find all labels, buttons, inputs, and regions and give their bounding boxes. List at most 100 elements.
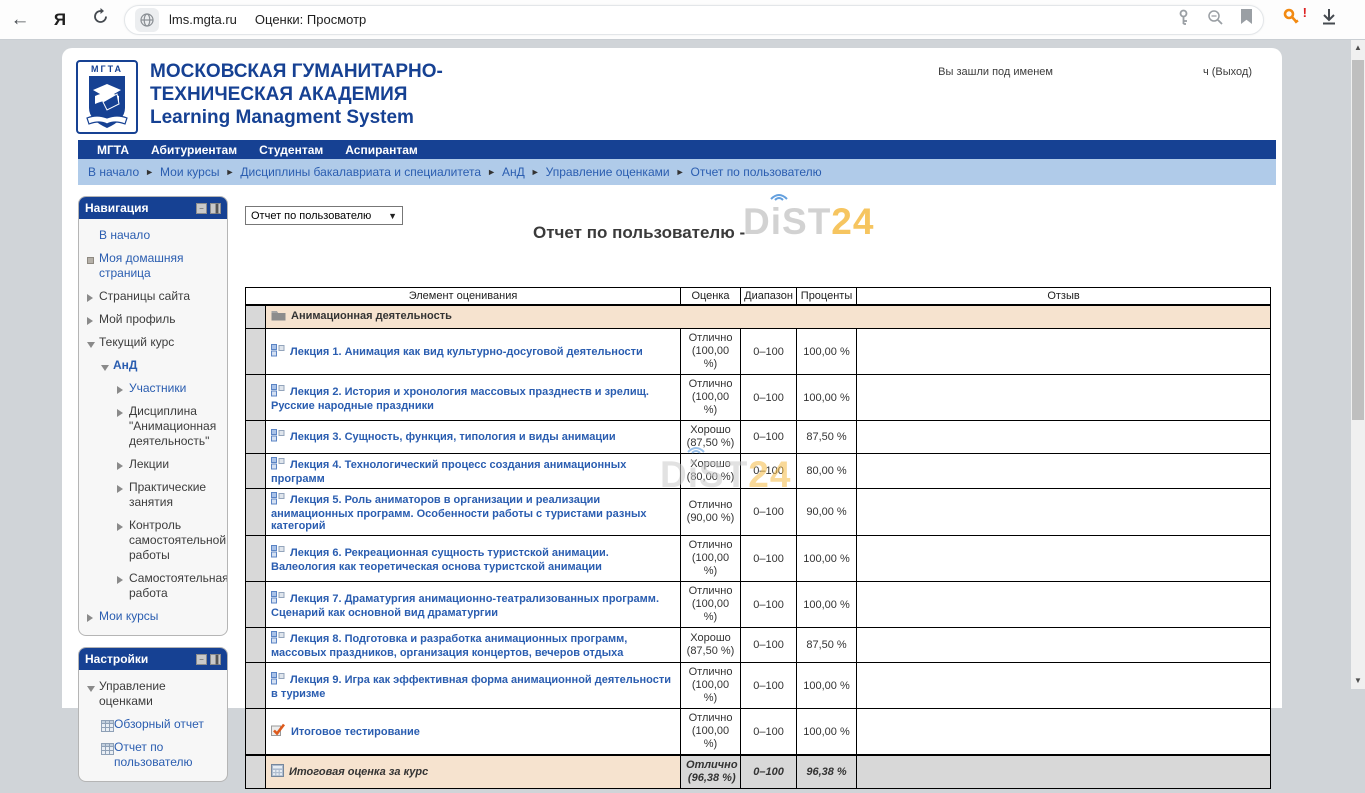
item-name-cell: Лекция 2. История и хронология массовых …	[266, 375, 681, 421]
sidebar-item-label[interactable]: Обзорный отчет	[114, 717, 204, 732]
sidebar-item-label[interactable]: АнД	[113, 358, 137, 373]
tree-collapsed-icon[interactable]	[117, 521, 129, 531]
passwords-key-icon[interactable]	[1176, 9, 1191, 31]
sidebar-item[interactable]: Самостоятельная работа	[85, 567, 223, 605]
item-link[interactable]: Лекция 5. Роль аниматоров в организации …	[271, 494, 647, 532]
nav-item[interactable]: Студентам	[248, 143, 334, 157]
item-name-cell: Лекция 1. Анимация как вид культурно-дос…	[266, 329, 681, 375]
tree-collapsed-icon[interactable]	[87, 315, 99, 325]
tree-expanded-icon[interactable]	[101, 361, 113, 371]
sidebar-item[interactable]: Мой профиль	[85, 308, 223, 331]
scroll-up-icon[interactable]: ▲	[1351, 40, 1365, 56]
sidebar-item[interactable]: Управление оценками	[85, 675, 223, 713]
tree-collapsed-icon[interactable]	[117, 384, 129, 394]
scroll-down-icon[interactable]: ▼	[1351, 673, 1365, 689]
item-link[interactable]: Итоговое тестирование	[291, 726, 420, 738]
sidebar-item[interactable]: Обзорный отчет	[85, 713, 223, 736]
navigation-block-title: Навигация	[85, 201, 193, 215]
tree-expanded-icon[interactable]	[87, 338, 99, 348]
sidebar-item[interactable]: Текущий курс	[85, 331, 223, 354]
sidebar-item[interactable]: Участники	[85, 377, 223, 400]
block-dock-icon[interactable]: ▐	[210, 203, 221, 214]
report-type-select[interactable]: Отчет по пользователю ▼	[245, 206, 403, 225]
password-alert-icon[interactable]: !	[1282, 8, 1300, 32]
sidebar-item[interactable]: Отчет по пользователю	[85, 736, 223, 774]
bookmark-icon[interactable]	[1240, 9, 1253, 30]
item-link[interactable]: Лекция 1. Анимация как вид культурно-дос…	[290, 346, 643, 358]
indent-cell	[246, 536, 266, 582]
wifi-arcs-icon	[767, 187, 791, 201]
tree-collapsed-icon[interactable]	[117, 574, 129, 584]
address-bar[interactable]: lms.mgta.ru Оценки: Просмотр	[124, 5, 1264, 35]
breadcrumb-link[interactable]: Управление оценками	[546, 165, 670, 179]
tree-collapsed-icon[interactable]	[117, 460, 129, 470]
item-link[interactable]: Лекция 6. Рекреационная сущность туристс…	[271, 547, 609, 573]
block-collapse-icon[interactable]: −	[196, 203, 207, 214]
tree-collapsed-icon[interactable]	[87, 292, 99, 302]
sidebar-item-label[interactable]: Мои курсы	[99, 609, 158, 624]
back-button-icon[interactable]: ←	[0, 9, 40, 31]
indent-cell	[246, 421, 266, 454]
item-link[interactable]: Лекция 8. Подготовка и разработка анимац…	[271, 633, 627, 659]
item-link[interactable]: Лекция 4. Технологический процесс создан…	[271, 459, 626, 485]
breadcrumb-link[interactable]: АнД	[502, 165, 525, 179]
report-select-value: Отчет по пользователю	[251, 210, 371, 222]
sidebar-item[interactable]: Страницы сайта	[85, 285, 223, 308]
sidebar-item-label[interactable]: Моя домашняя страница	[99, 251, 221, 281]
sidebar-item[interactable]: Практические занятия	[85, 476, 223, 514]
page-scrollbar[interactable]: ▲ ▼	[1351, 40, 1365, 689]
scrollbar-thumb[interactable]	[1352, 60, 1364, 420]
lesson-icon	[271, 545, 285, 561]
sidebar-item-label[interactable]: Отчет по пользователю	[114, 740, 221, 770]
find-on-page-icon[interactable]	[1207, 9, 1224, 31]
item-link[interactable]: Лекция 3. Сущность, функция, типология и…	[290, 431, 616, 443]
range-cell: 0–100	[741, 329, 797, 375]
tree-expanded-icon[interactable]	[87, 682, 99, 692]
url-text[interactable]: lms.mgta.ru	[169, 12, 237, 27]
indent-cell	[246, 454, 266, 489]
indent-cell	[246, 582, 266, 628]
sidebar-item[interactable]: Контроль самостоятельной работы	[85, 514, 223, 567]
breadcrumb-link[interactable]: Мои курсы	[160, 165, 219, 179]
nav-item[interactable]: Аспирантам	[334, 143, 429, 157]
sidebar-item[interactable]: Моя домашняя страница	[85, 247, 223, 285]
breadcrumb-link[interactable]: В начало	[88, 165, 139, 179]
sidebar-item[interactable]: Мои курсы	[85, 605, 223, 628]
tree-collapsed-icon[interactable]	[117, 407, 129, 417]
item-name-cell: Лекция 5. Роль аниматоров в организации …	[266, 489, 681, 536]
sidebar-item[interactable]: АнД	[85, 354, 223, 377]
sidebar-item[interactable]: Дисциплина "Анимационная деятельность"	[85, 400, 223, 453]
percent-cell: 87,50 %	[797, 628, 857, 663]
tree-collapsed-icon[interactable]	[117, 483, 129, 493]
feedback-cell	[857, 663, 1271, 709]
item-link[interactable]: Лекция 7. Драматургия анимационно-театра…	[271, 593, 659, 619]
sidebar-item-label[interactable]: В начало	[99, 228, 150, 243]
yandex-browser-icon[interactable]: Я	[40, 10, 80, 30]
navigation-block-header: Навигация − ▐	[79, 197, 227, 219]
sidebar-item[interactable]: В начало	[85, 224, 223, 247]
breadcrumb-link[interactable]: Дисциплины бакалавриата и специалитета	[240, 165, 481, 179]
indent-cell	[246, 755, 266, 789]
lesson-icon	[271, 384, 285, 400]
lesson-icon	[271, 429, 285, 445]
site-globe-icon[interactable]	[135, 8, 159, 32]
nav-item[interactable]: МГТА	[86, 143, 140, 157]
sidebar-item[interactable]: Лекции	[85, 453, 223, 476]
block-dock-icon[interactable]: ▐	[210, 654, 221, 665]
feedback-cell	[857, 421, 1271, 454]
block-collapse-icon[interactable]: −	[196, 654, 207, 665]
downloads-icon[interactable]	[1320, 8, 1338, 31]
refresh-icon[interactable]	[80, 8, 120, 31]
tree-collapsed-icon[interactable]	[87, 612, 99, 622]
indent-cell	[246, 375, 266, 421]
item-link[interactable]: Лекция 2. История и хронология массовых …	[271, 386, 649, 412]
logout-link[interactable]: ч (Выход)	[1203, 66, 1252, 78]
percent-cell: 100,00 %	[797, 582, 857, 628]
breadcrumb-link[interactable]: Отчет по пользователю	[691, 165, 822, 179]
sidebar-item-label[interactable]: Участники	[129, 381, 186, 396]
nav-item[interactable]: Абитуриентам	[140, 143, 248, 157]
item-link[interactable]: Лекция 9. Игра как эффективная форма ани…	[271, 674, 671, 700]
logo-acronym: МГТА	[91, 64, 123, 74]
lesson-icon	[271, 672, 285, 688]
bullet-icon	[87, 254, 99, 264]
